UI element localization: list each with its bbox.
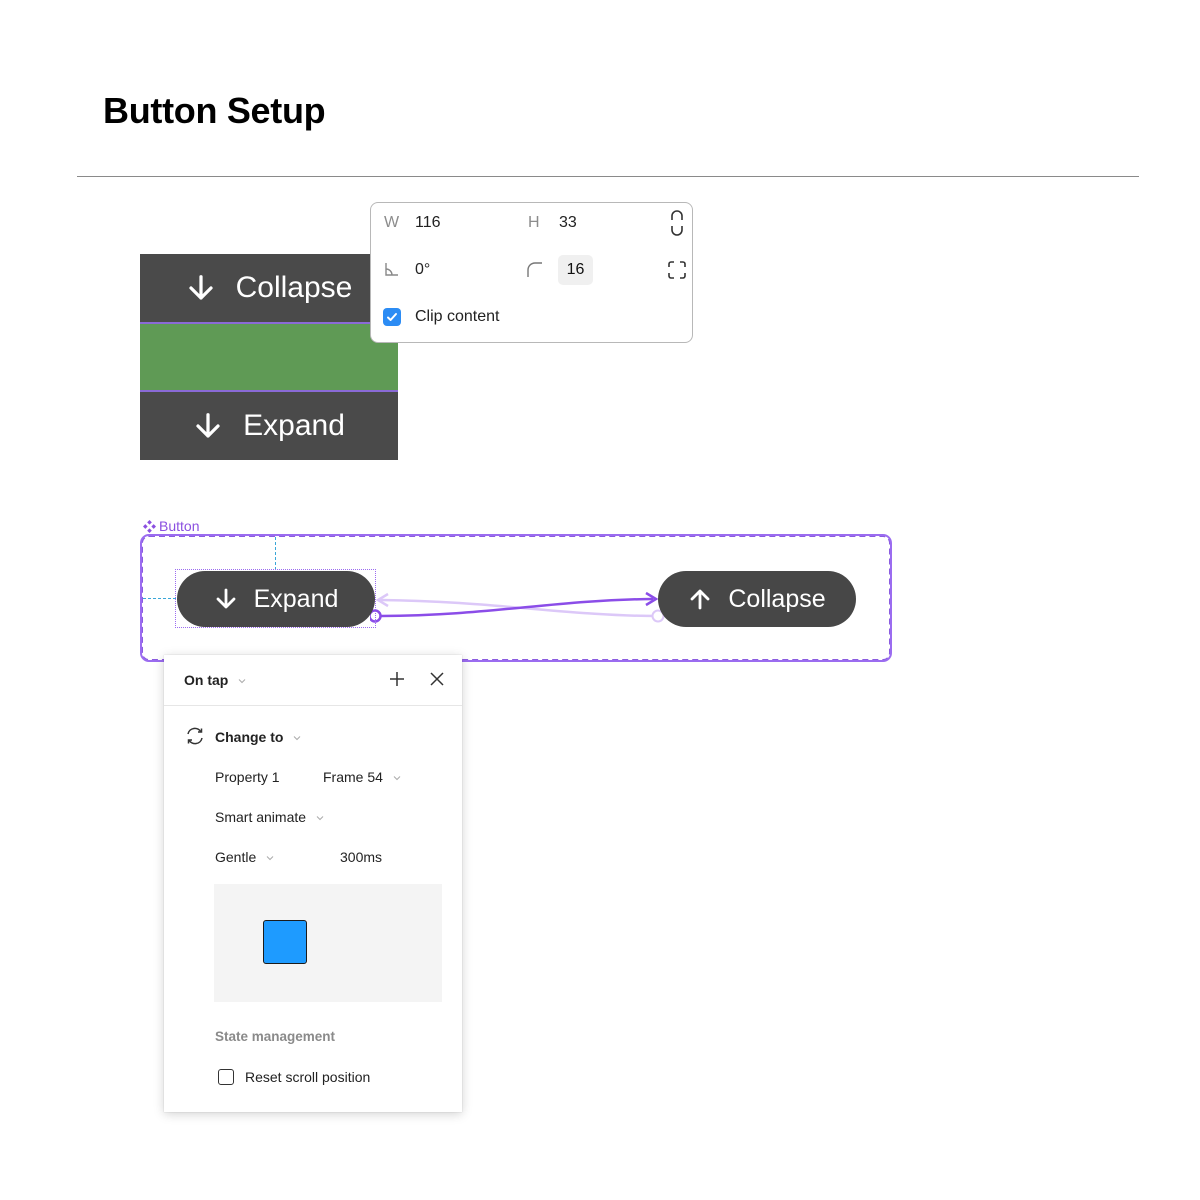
variant-expand-button[interactable]: Expand — [177, 571, 375, 627]
chevron-down-icon — [266, 856, 274, 861]
reset-scroll-label: Reset scroll position — [245, 1069, 371, 1085]
preview-square — [263, 920, 307, 964]
action-dropdown[interactable]: Change to — [215, 729, 301, 745]
expand-label: Expand — [243, 409, 345, 442]
check-icon — [387, 313, 397, 321]
trigger-label: On tap — [184, 672, 229, 688]
chevron-down-icon — [393, 776, 401, 781]
interaction-panel: On tap Change to Property 1 Frame 54 Sma… — [164, 655, 462, 1112]
swap-icon — [187, 727, 203, 745]
stacked-button-frame[interactable]: Collapse Expand — [140, 254, 398, 460]
animation-label: Smart animate — [215, 809, 307, 825]
corner-radius-input[interactable]: 16 — [558, 255, 593, 285]
rotation-icon — [385, 263, 398, 276]
arrow-up-icon — [690, 589, 710, 610]
clip-content-label: Clip content — [415, 308, 500, 325]
expand-row[interactable]: Expand — [140, 392, 398, 460]
property-value: Frame 54 — [323, 769, 383, 785]
easing-dropdown[interactable]: Gentle — [215, 849, 274, 865]
spacer-row[interactable] — [140, 322, 398, 392]
animation-preview — [214, 884, 442, 1002]
duration-input[interactable]: 300ms — [340, 849, 382, 865]
state-management-heading: State management — [215, 1029, 336, 1044]
component-icon — [143, 519, 156, 533]
component-set-label[interactable]: Button — [143, 518, 199, 534]
variant-expand-label: Expand — [253, 584, 339, 613]
corner-radius-icon — [527, 262, 542, 277]
constrain-proportions-icon[interactable] — [669, 210, 685, 236]
chevron-down-icon — [293, 736, 301, 741]
independent-corners-icon[interactable] — [667, 260, 687, 280]
close-icon[interactable] — [430, 672, 444, 686]
chevron-down-icon — [238, 679, 246, 684]
component-set-name: Button — [159, 518, 200, 534]
height-input[interactable]: 33 — [559, 214, 577, 232]
prototype-connections — [370, 591, 665, 623]
interaction-header: On tap — [164, 655, 462, 706]
width-label: W — [384, 214, 400, 231]
divider — [77, 176, 1139, 177]
reset-scroll-checkbox[interactable] — [218, 1069, 234, 1085]
page-title: Button Setup — [103, 90, 326, 131]
property-value-dropdown[interactable]: Frame 54 — [323, 769, 401, 785]
chevron-down-icon — [316, 816, 324, 821]
animation-dropdown[interactable]: Smart animate — [215, 809, 324, 825]
property-label: Property 1 — [215, 769, 280, 785]
collapse-row[interactable]: Collapse — [140, 254, 398, 322]
clip-content-checkbox[interactable] — [383, 308, 401, 326]
rotation-input[interactable]: 0° — [415, 261, 430, 279]
corner-radius-value: 16 — [566, 261, 585, 278]
plus-icon[interactable] — [389, 671, 405, 687]
trigger-dropdown[interactable]: On tap — [184, 672, 246, 688]
arrow-down-icon — [189, 275, 213, 300]
action-label: Change to — [215, 729, 284, 745]
arrow-down-icon — [216, 588, 235, 609]
variant-collapse-label: Collapse — [728, 584, 826, 613]
spacing-guide-horizontal — [143, 598, 176, 599]
height-label: H — [528, 214, 540, 231]
collapse-label: Collapse — [235, 271, 353, 304]
arrow-down-icon — [196, 413, 220, 438]
width-input[interactable]: 116 — [415, 214, 441, 232]
properties-panel: W 116 H 33 0° 16 Clip content — [370, 202, 693, 343]
variant-collapse-button[interactable]: Collapse — [658, 571, 856, 627]
spacing-guide-vertical — [275, 537, 276, 570]
easing-label: Gentle — [215, 849, 257, 865]
